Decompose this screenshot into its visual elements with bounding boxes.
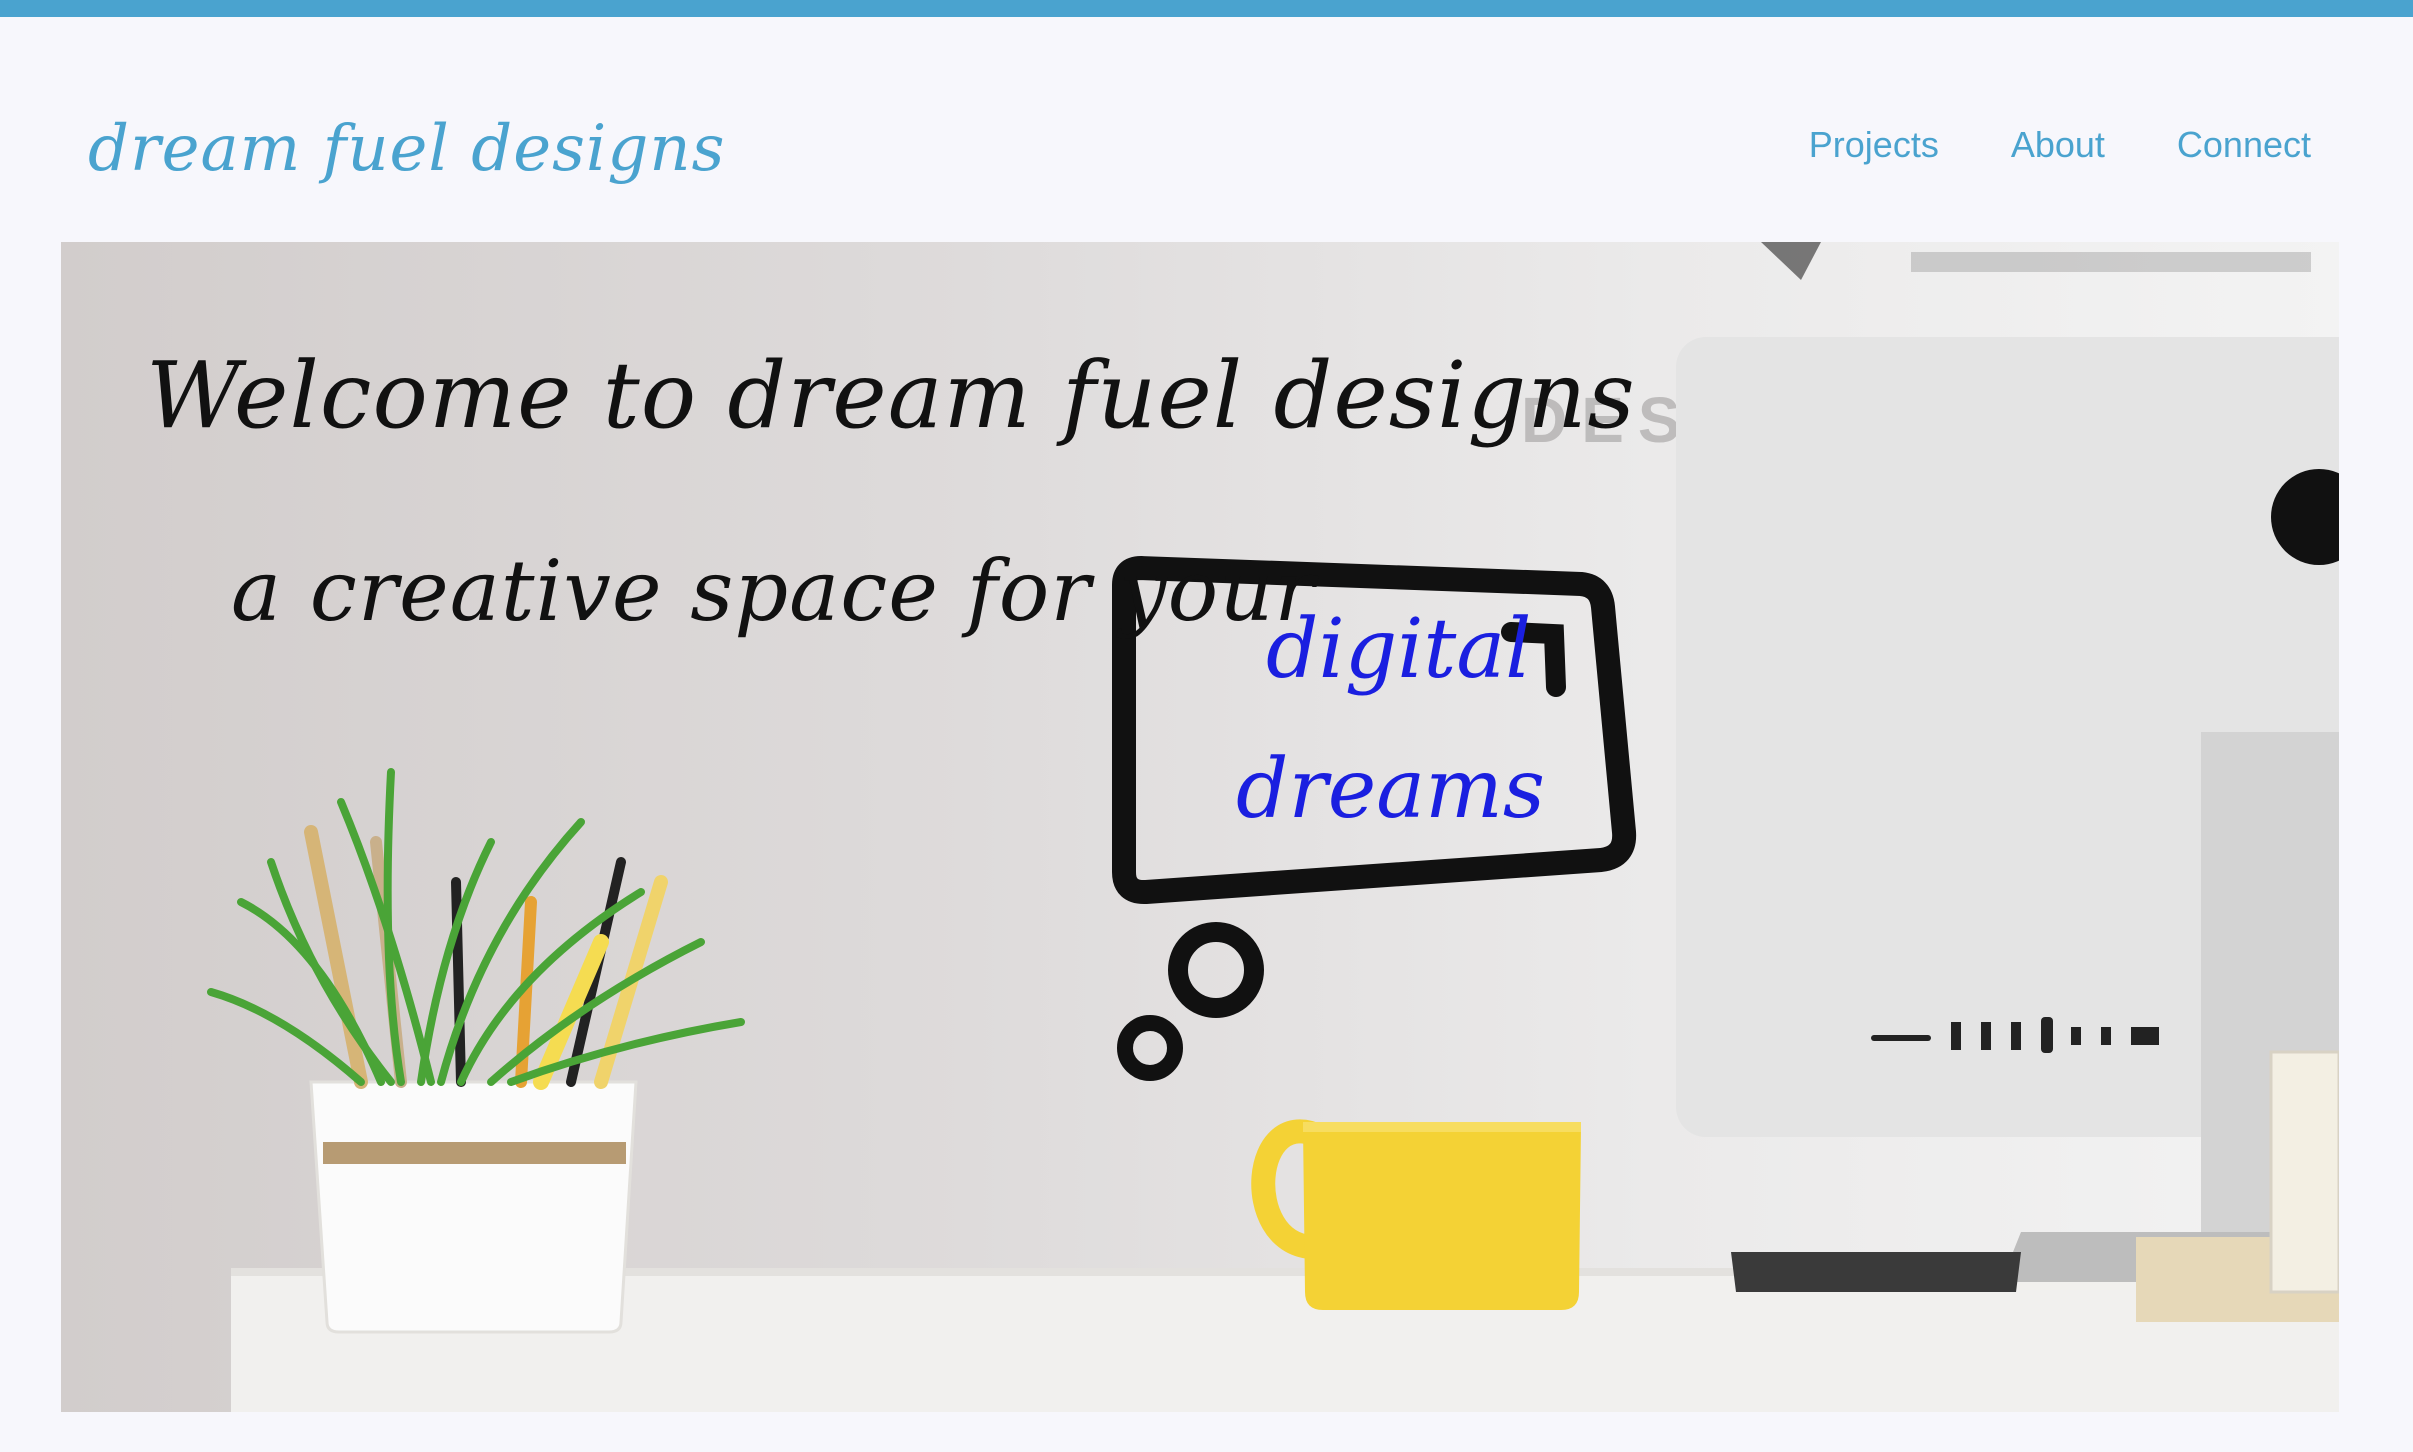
bubble-text-digital: digital [1266, 602, 1532, 697]
top-accent-bar [0, 0, 2413, 17]
nav-link-projects[interactable]: Projects [1809, 124, 1939, 166]
plant-pot [309, 1080, 638, 1334]
hero-subtitle: a creative space for your [231, 542, 1316, 640]
bubble-text-dreams: dreams [1236, 742, 1545, 837]
bubble-dot-small [1117, 1015, 1183, 1081]
main-nav: Projects About Connect [1809, 124, 2311, 166]
mug-rim [1303, 1122, 1581, 1132]
brand-logo[interactable]: dream fuel designs [88, 112, 725, 186]
pot-twine [323, 1142, 626, 1164]
wall-sign-bar [1911, 252, 2311, 272]
mug-body [1303, 1127, 1581, 1310]
nav-link-connect[interactable]: Connect [2177, 124, 2311, 166]
nav-link-about[interactable]: About [2011, 124, 2105, 166]
wall-sign-shape [1761, 242, 1821, 280]
glass-jar [2269, 1050, 2339, 1294]
keyboard [1731, 1252, 2021, 1292]
plant-leaves [207, 768, 745, 1086]
bubble-dot-large [1168, 922, 1264, 1018]
hero-title: Welcome to dream fuel designs [146, 342, 1636, 449]
hero-banner: DES Welcome to dream fuel designs a crea… [61, 242, 2339, 1412]
